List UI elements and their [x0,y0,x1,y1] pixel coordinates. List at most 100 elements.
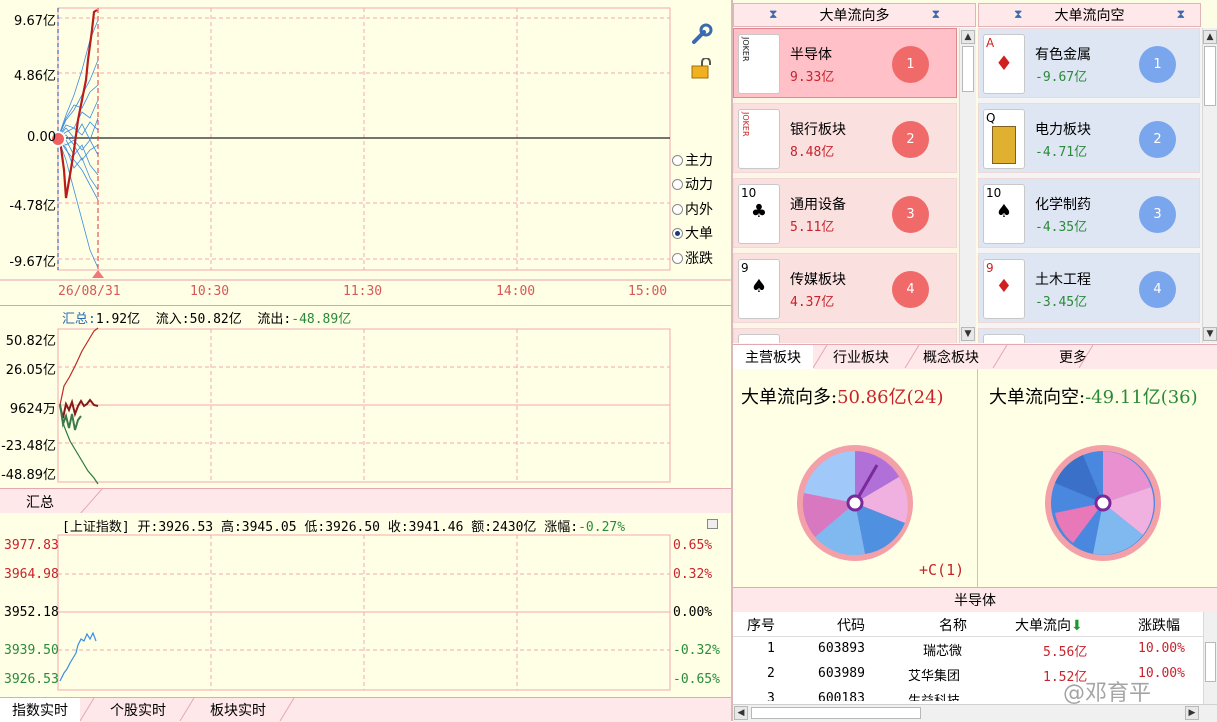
flow-tabbar: 汇总 [0,488,731,515]
scroll-left-icon[interactable]: ◀ [734,706,748,720]
y-label: -4.78亿 [9,199,56,214]
index-panel: [上证指数] 开:3926.53 高:3945.05 低:3926.50 收:3… [0,513,731,697]
rank-badge: 2 [892,121,929,158]
spades-card-icon: 10 ♠ [983,184,1025,244]
y-label: -9.67亿 [9,255,56,270]
tab-index-realtime[interactable]: 指数实时 [0,698,80,722]
bottom-tabbar: 指数实时 个股实时 板块实时 [0,697,731,722]
stock-grid: 半导体 序号 代码 名称 大单流向⬇ 涨跌幅 1 603893 瑞芯微 5.56… [733,587,1217,722]
rank-badge: 4 [892,271,929,308]
grid-vscroll[interactable] [1203,612,1217,705]
list-item[interactable]: A ♦ 有色金属 -9.67亿 1 [978,28,1200,98]
long-pie-icon [797,445,913,561]
main-chart-svg [0,7,731,281]
scroll-thumb[interactable] [962,46,974,92]
scroll-thumb[interactable] [1205,642,1216,682]
y-label: 9.67亿 [14,14,56,29]
flow-chart-svg [57,327,671,485]
list-item [978,328,1200,343]
main-chart-panel: 9.67亿 4.86亿 0.00 -4.78亿 -9.67亿 26/08/31 … [0,0,731,305]
rank-badge: 1 [1139,46,1176,83]
option-momentum[interactable]: 动力 [672,174,713,194]
wrench-icon[interactable] [690,22,714,46]
diamond-card-icon: 9 ♦ [983,259,1025,319]
y-label: 0.00% [673,605,713,620]
y-label: 50.82亿 [5,334,56,349]
col-header[interactable]: 序号 [747,615,775,635]
grid-title: 半导体 [733,587,1217,612]
time-label: 11:30 [343,284,383,299]
long-list: JOKER 半导体 9.33亿 1 JOKER 银行板块 8.48亿 2 10 ♣… [733,28,959,343]
short-list: A ♦ 有色金属 -9.67亿 1 Q 电力板块 -4.71亿 2 10 ♠ 化学制… [978,28,1202,343]
flow-panel: 汇总:1.92亿 流入:50.82亿 流出:-48.89亿 50.82亿 26.… [0,305,731,515]
time-label: 14:00 [496,284,536,299]
tab-main-sector[interactable]: 主营板块 [733,345,813,369]
list-item[interactable]: JOKER 银行板块 8.48亿 2 [733,103,957,173]
y-label: 9624万 [9,402,56,417]
long-scrollbar[interactable]: ▲ ▼ [959,28,976,343]
col-header[interactable]: 大单流向⬇ [1015,615,1083,635]
rank-badge: 4 [1139,271,1176,308]
lock-icon[interactable] [690,57,714,80]
y-label: 0.00 [27,130,56,145]
list-item [733,328,957,343]
y-label: 3939.50 [4,643,59,658]
time-label: 26/08/31 [58,284,121,299]
index-chart-svg [57,534,671,691]
pie-footnote: +C(1) [919,561,965,579]
scroll-up-icon[interactable]: ▲ [1203,30,1217,44]
option-large-order[interactable]: 大单 [672,223,713,243]
scroll-down-icon[interactable]: ▼ [961,327,975,341]
y-label: -48.89亿 [1,468,56,483]
time-label: 15:00 [628,284,668,299]
y-label: 3952.18 [4,605,59,620]
tab-summary[interactable]: 汇总 [0,489,80,515]
scroll-down-icon[interactable]: ▼ [1203,327,1217,341]
watermark: @邓育平 [1063,681,1152,706]
scroll-thumb[interactable] [1204,46,1216,106]
rank-badge: 1 [892,46,929,83]
rank-badge: 3 [1139,196,1176,233]
list-item[interactable]: 9 ♦ 土木工程 -3.45亿 4 [978,253,1200,323]
rank-badge: 2 [1139,121,1176,158]
y-label: -23.48亿 [1,439,56,454]
list-item[interactable]: Q 电力板块 -4.71亿 2 [978,103,1200,173]
scroll-thumb[interactable] [751,707,921,719]
col-header[interactable]: 涨跌幅 [1138,615,1180,635]
scroll-right-icon[interactable]: ▶ [1185,706,1199,720]
list-item[interactable]: 9 ♠ 传媒板块 4.37亿 4 [733,253,957,323]
sort-down-icon: ⬇ [1071,618,1083,634]
grid-header: 序号 代码 名称 大单流向⬇ 涨跌幅 [733,612,1203,637]
scroll-up-icon[interactable]: ▲ [961,30,975,44]
joker-card-icon: JOKER [738,109,780,169]
y-label: 0.65% [673,538,713,553]
short-total: 大单流向空:-49.11亿(36) [989,387,1198,408]
short-scrollbar[interactable]: ▲ ▼ [1202,28,1217,343]
spades-card-icon: 9 ♠ [738,259,780,319]
option-main-force[interactable]: 主力 [672,150,713,170]
collapse-down-icon[interactable]: ⧗ [1177,7,1185,22]
y-label: 4.86亿 [14,69,56,84]
list-item[interactable]: 10 ♣ 通用设备 5.11亿 3 [733,178,957,248]
col-header[interactable]: 名称 [939,615,967,635]
collapse-up-icon[interactable]: ⧗ [769,7,777,22]
col-header[interactable]: 代码 [837,615,865,635]
pie-panel: 大单流向多:50.86亿(24) 大单流向空:-49.11亿(36) +C(1) [733,369,1217,587]
long-panel-header: ⧗ 大单流向多 ⧗ [733,3,976,27]
option-rise-fall[interactable]: 涨跌 [672,248,713,268]
y-label: -0.65% [673,672,720,687]
y-label: 26.05亿 [5,363,56,378]
diamond-card-icon: A ♦ [983,34,1025,94]
y-label: 3926.53 [4,672,59,687]
queen-card-icon: Q [983,109,1025,169]
collapse-down-icon[interactable]: ⧗ [932,7,940,22]
joker-card-icon: JOKER [738,34,780,94]
option-inner-outer[interactable]: 内外 [672,199,713,219]
table-row[interactable]: 1 603893 瑞芯微 5.56亿 10.00% [733,637,1203,661]
collapse-up-icon[interactable]: ⧗ [1014,7,1022,22]
time-label: 10:30 [190,284,230,299]
y-label: 3964.98 [4,567,59,582]
list-item[interactable]: 10 ♠ 化学制药 -4.35亿 3 [978,178,1200,248]
sector-tabbar: 主营板块 行业板块 概念板块 更多 [733,344,1217,370]
list-item[interactable]: JOKER 半导体 9.33亿 1 [733,28,957,98]
